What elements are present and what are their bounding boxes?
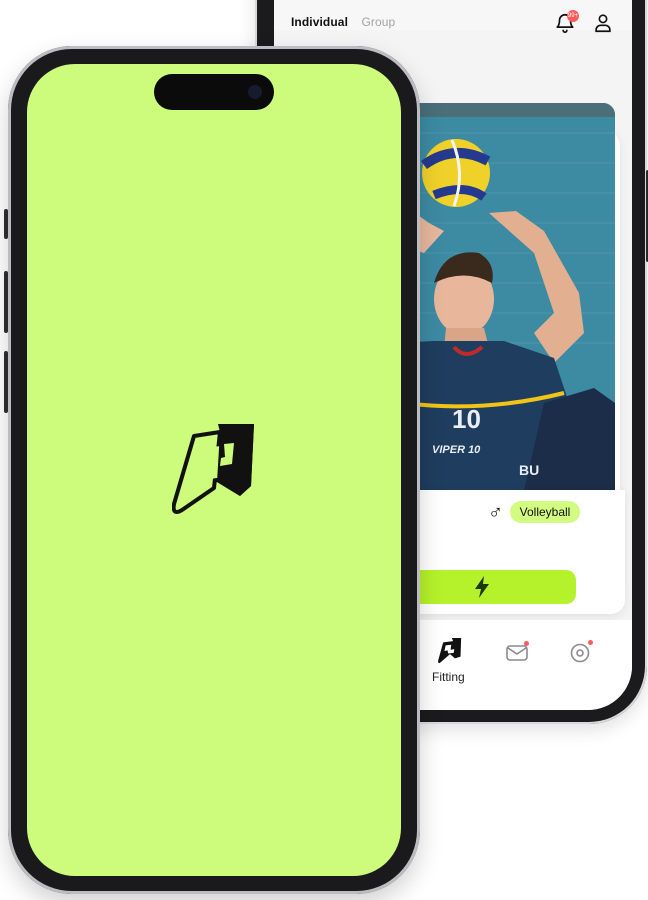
lightning-icon xyxy=(475,576,489,598)
athlete-photo[interactable]: 10 VIPER 10 BU xyxy=(394,103,615,491)
nav-fitting-label[interactable]: Fitting xyxy=(432,670,465,684)
match-button[interactable] xyxy=(394,570,576,604)
volume-up-button xyxy=(4,271,8,333)
sport-chip[interactable]: Volleyball xyxy=(510,501,580,523)
mail-icon[interactable] xyxy=(506,644,528,662)
action-button xyxy=(4,209,8,239)
user-icon[interactable] xyxy=(592,12,614,34)
male-icon: ♂ xyxy=(488,502,503,524)
tab-individual[interactable]: Individual xyxy=(291,15,348,29)
target-icon[interactable] xyxy=(570,643,590,663)
splash-screen xyxy=(27,64,401,876)
notification-badge: 99+ xyxy=(567,10,579,22)
mail-unread-dot xyxy=(524,641,529,646)
front-camera xyxy=(248,85,262,99)
fitting-logo-icon[interactable] xyxy=(437,638,463,664)
profile-card-info: 27 ♂ Volleyball xyxy=(394,490,625,614)
volume-down-button xyxy=(4,351,8,413)
mode-tabs: Individual Group xyxy=(291,15,405,29)
dynamic-island xyxy=(154,74,274,110)
fitting-logo-icon xyxy=(172,424,254,514)
svg-text:VIPER 10: VIPER 10 xyxy=(432,444,481,456)
svg-text:BU: BU xyxy=(519,462,539,478)
tab-group[interactable]: Group xyxy=(361,15,395,29)
svg-text:10: 10 xyxy=(452,404,481,434)
target-unread-dot xyxy=(588,640,593,645)
front-phone xyxy=(4,46,420,894)
